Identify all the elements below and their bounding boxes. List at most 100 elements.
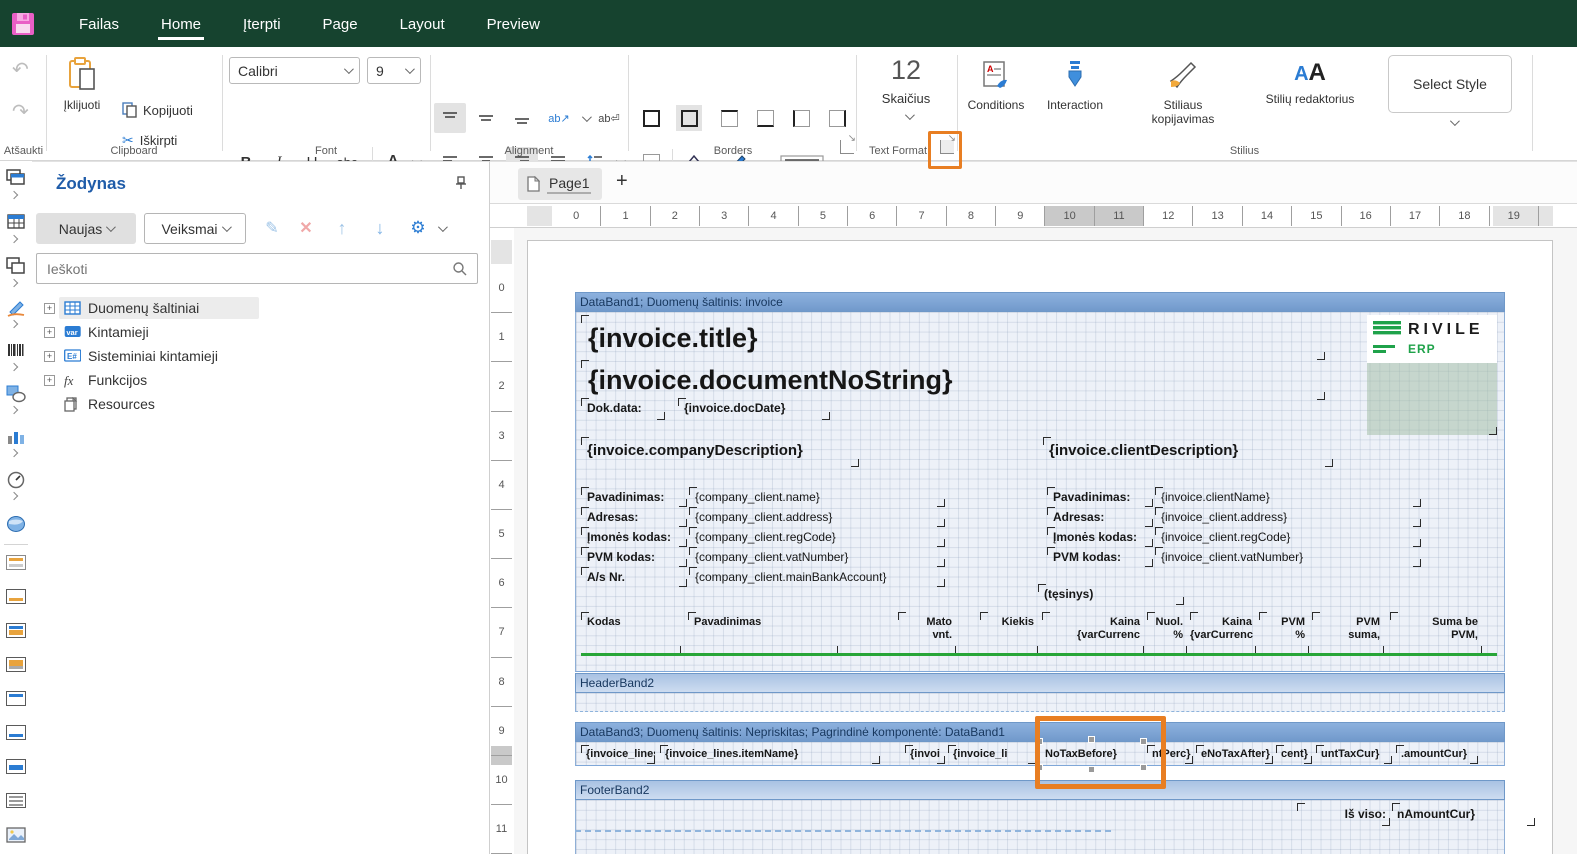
vertical-ruler[interactable]: 01234567891011 [490,228,514,854]
map-icon[interactable] [6,515,26,533]
pin-icon[interactable] [455,176,467,190]
border-left-icon[interactable] [788,105,814,131]
shapes-chevron[interactable] [10,406,18,414]
save-icon[interactable] [10,11,36,37]
client-row-label[interactable]: Adresas: [1047,507,1153,527]
new-button[interactable]: Naujas [36,213,136,244]
col-header-pvm-proc[interactable]: PVM% [1259,612,1309,654]
tab-page1[interactable]: Page1 [518,168,602,200]
conditions-button[interactable]: A Conditions [966,59,1026,112]
headerband2-content[interactable] [575,693,1505,712]
image-icon[interactable] [6,827,26,845]
borders-dialog-launcher-icon[interactable] [840,140,854,154]
horizontal-ruler[interactable]: 012345678910111213141516171819 [490,205,1577,228]
components-chevron[interactable] [10,191,18,199]
data-band-icon[interactable] [6,657,26,672]
databand1-title[interactable]: DataBand1; Duomenų šaltinis: invoice [575,292,1505,312]
company-row-label[interactable]: Pavadinimas: [581,487,687,507]
header-band-icon[interactable] [6,623,26,638]
align-bottom-icon[interactable] [506,103,538,133]
menu-iterpti[interactable]: Įterpti [222,3,302,44]
line-cell-percent[interactable]: cent} [1276,745,1312,764]
total-value-field[interactable]: nAmountCur} [1392,803,1535,826]
company-row-label[interactable]: PVM kodas: [581,547,687,567]
style-editor-button[interactable]: AA Stilių redaktorius [1250,59,1370,106]
text-format-type[interactable]: Skaičius [856,91,956,106]
company-row-value[interactable]: {company_client.vatNumber} [689,547,945,567]
col-header-kaina[interactable]: Kaina{varCurrenc [1042,612,1144,654]
text-rotate-chevron[interactable] [582,112,592,122]
chart-icon[interactable] [6,428,26,446]
select-style-chevron[interactable] [1450,116,1460,126]
col-header-kiekis[interactable]: Kiekis [980,612,1038,654]
align-middle-icon[interactable] [470,103,502,133]
company-row-value[interactable]: {company_client.regCode} [689,527,945,547]
tree-item-resources[interactable]: Resources [32,392,488,416]
client-row-label[interactable]: Pavadinimas: [1047,487,1153,507]
align-top-icon[interactable] [434,103,466,133]
company-row-label[interactable]: Adresas: [581,507,687,527]
col-header-kaina2[interactable]: Kaina{varCurrenc [1190,612,1256,654]
continuation-field[interactable]: (tęsinys) [1038,584,1184,605]
invoice-docno-field[interactable]: {invoice.documentNoString} [581,360,1325,400]
components-icon[interactable] [6,169,26,187]
total-label-field[interactable]: Iš viso: [1297,803,1390,826]
doc-date-field[interactable]: {invoice.docDate} [678,398,830,420]
menu-home[interactable]: Home [140,3,222,44]
search-icon[interactable] [452,261,467,276]
wrap-text-icon[interactable]: ab⏎ [594,103,624,133]
line-cell-unit[interactable]: {invoi [905,745,945,764]
menu-preview[interactable]: Preview [466,3,561,44]
dok-data-label[interactable]: Dok.data: [581,398,665,420]
menu-layout[interactable]: Layout [379,3,466,44]
tree-item-variables[interactable]: + var Kintamieji [32,320,488,344]
line-cell-amount[interactable]: .amountCur} [1396,745,1478,764]
text-rotate-icon[interactable]: ab↗ [542,103,576,133]
search-input[interactable] [47,261,452,277]
company-description-field[interactable]: {invoice.companyDescription} [581,437,859,467]
paste-button[interactable]: Įklijuoti [56,57,108,112]
crosstab-icon[interactable] [6,257,26,275]
line-cell-code[interactable]: {invoice_lines [581,745,655,764]
crosstab-chevron[interactable] [10,279,18,287]
footer-band-icon[interactable] [6,691,26,706]
gauge-chevron[interactable] [10,492,18,500]
expander-icon[interactable]: + [44,327,55,338]
client-row-value[interactable]: {invoice.clientName} [1155,487,1421,507]
chart-chevron[interactable] [10,449,18,457]
signature-icon[interactable] [6,300,26,318]
line-cell-price-notax-after[interactable]: eNoTaxAfter} [1196,745,1273,764]
client-description-field[interactable]: {invoice.clientDescription} [1043,437,1333,467]
settings-chevron[interactable] [438,222,448,232]
line-cell-amount-tax[interactable]: untTaxCur} [1316,745,1392,764]
company-row-value[interactable]: {company_client.name} [689,487,945,507]
copy-button[interactable]: Kopijuoti [122,102,193,118]
menu-failas[interactable]: Failas [58,3,140,44]
settings-gear-icon[interactable]: ⚙ [406,216,430,240]
logo-image[interactable]: RIVILE ERP [1367,315,1497,435]
text-band-icon[interactable] [6,793,26,808]
report-title-band-icon[interactable] [6,555,26,570]
border-right-icon[interactable] [824,105,850,131]
client-row-label[interactable]: PVM kodas: [1047,547,1153,567]
page-header-band-icon[interactable] [6,589,26,604]
col-header-nuol[interactable]: Nuol.% [1147,612,1187,654]
add-page-button[interactable]: + [616,170,628,193]
expander-icon[interactable]: + [44,351,55,362]
shapes-icon[interactable] [6,385,26,403]
col-header-pvm-suma[interactable]: PVMsuma, [1312,612,1384,654]
actions-button[interactable]: Veiksmai [144,213,246,244]
border-all-icon[interactable] [638,105,664,131]
font-family-select[interactable]: Calibri [229,57,360,84]
barcode-chevron[interactable] [10,363,18,371]
tree-item-functions[interactable]: + fx Funkcijos [32,368,488,392]
table-icon[interactable] [6,213,26,231]
edit-item-icon[interactable]: ✎ [260,216,284,240]
col-header-kodas[interactable]: Kodas [581,612,681,654]
text-format-chevron[interactable] [905,110,915,120]
client-row-value[interactable]: {invoice_client.regCode} [1155,527,1421,547]
expander-icon[interactable]: + [44,375,55,386]
line-cell-itemname[interactable]: {invoice_lines.itemName} [660,745,880,764]
page-footer-band-icon[interactable] [6,725,26,740]
line-cell-qty[interactable]: {invoice_li [948,745,1036,764]
